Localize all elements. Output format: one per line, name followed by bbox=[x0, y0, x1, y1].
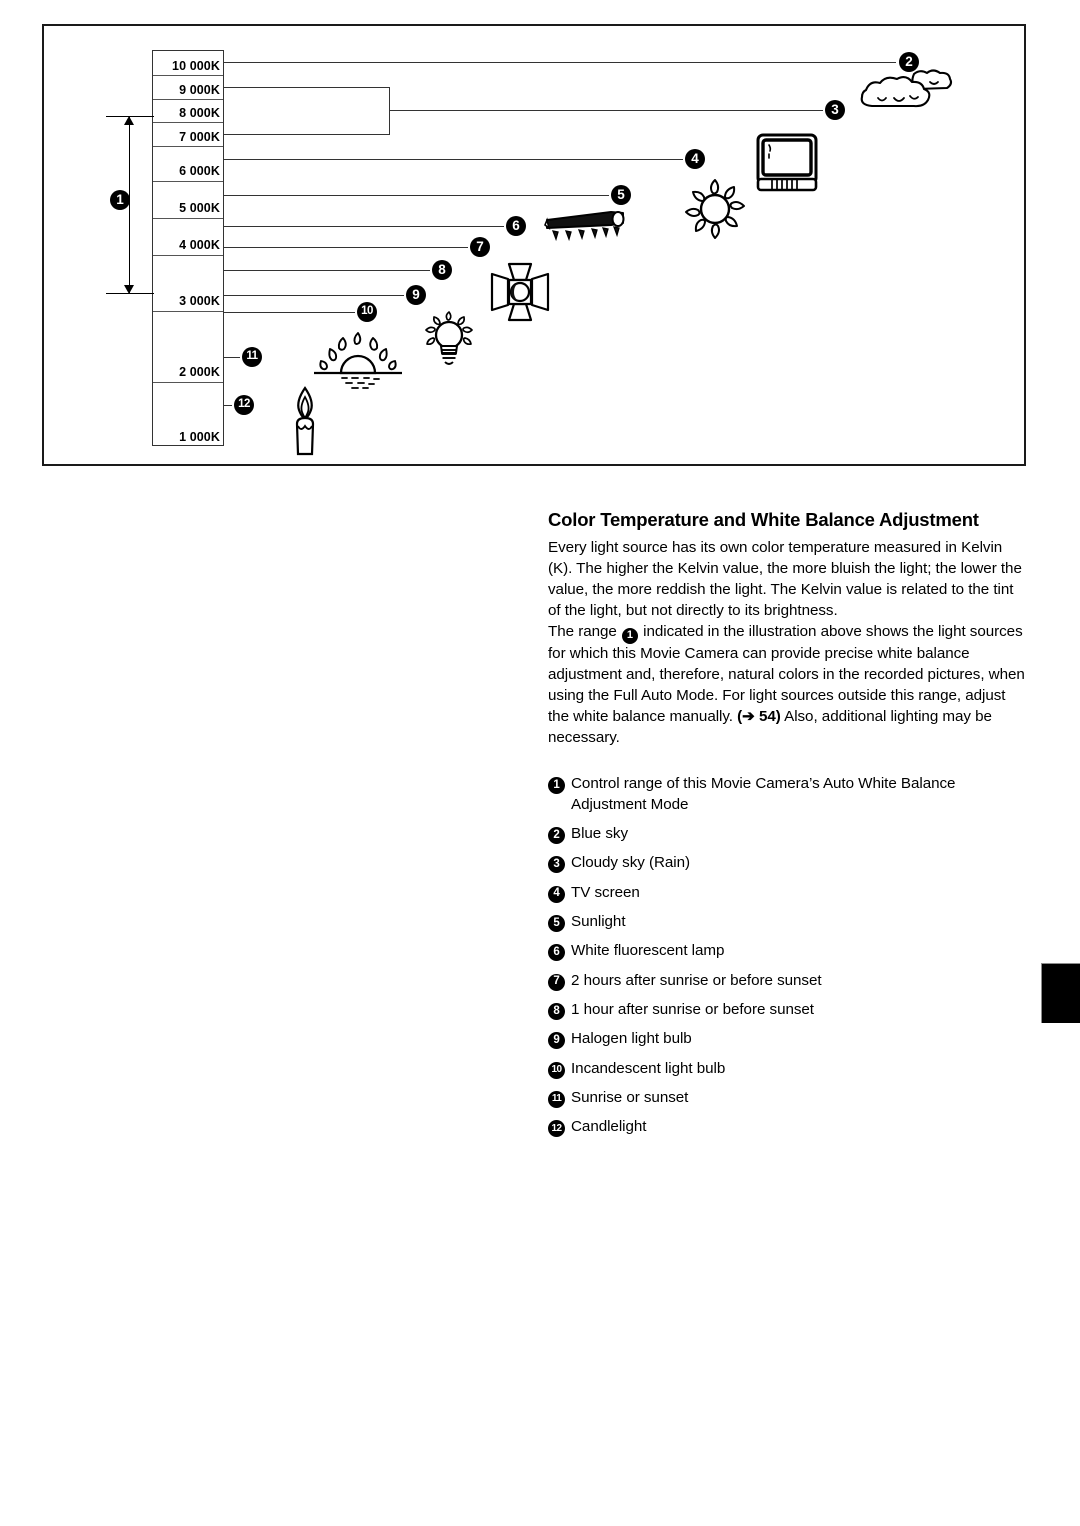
legend-item-12: 12 Candlelight bbox=[548, 1117, 1028, 1138]
legend-item-9: 9 Halogen light bulb bbox=[548, 1029, 1028, 1050]
legend-marker-7: 7 bbox=[548, 973, 565, 991]
legend-item-1: 1 Control range of this Movie Camera’s A… bbox=[548, 774, 1028, 816]
legend-label-11: Sunrise or sunset bbox=[571, 1088, 689, 1106]
leader-line-tv-screen bbox=[224, 159, 683, 160]
callout-marker-8: 8 bbox=[432, 260, 452, 280]
intro-paragraph: Every light source has its own color tem… bbox=[548, 538, 1022, 619]
tv-screen-icon bbox=[756, 133, 818, 192]
kelvin-scale-axis: 10 000K 9 000K 8 000K 7 000K 6 000K 5 00… bbox=[152, 50, 224, 446]
inline-marker-1: 1 bbox=[621, 627, 638, 644]
legend-label-12: Candlelight bbox=[571, 1118, 647, 1136]
legend-item-8: 8 1 hour after sunrise or before sunset bbox=[548, 1000, 1028, 1021]
scale-tick-8000k: 8 000K bbox=[153, 100, 223, 123]
scale-tick-7000k: 7 000K bbox=[153, 123, 223, 147]
legend-marker-10: 10 bbox=[548, 1061, 565, 1079]
legend-marker-9: 9 bbox=[548, 1032, 565, 1050]
legend-marker-12: 12 bbox=[548, 1120, 565, 1138]
callout-marker-6: 6 bbox=[506, 216, 526, 236]
legend-item-11: 11 Sunrise or sunset bbox=[548, 1088, 1028, 1109]
scale-tick-10000k: 10 000K bbox=[153, 51, 223, 76]
article-text-column: Color Temperature and White Balance Adju… bbox=[548, 508, 1028, 1147]
legend-label-7: 2 hours after sunrise or before sunset bbox=[571, 971, 822, 989]
leader-line-candlelight bbox=[224, 405, 232, 406]
leader-line-sunrise bbox=[224, 357, 240, 358]
legend-marker-3: 3 bbox=[548, 856, 565, 874]
leader-line-halogen bbox=[224, 295, 404, 296]
callout-marker-12: 12 bbox=[234, 395, 254, 415]
legend-list: 1 Control range of this Movie Camera’s A… bbox=[548, 774, 1028, 1138]
range-stem-line bbox=[129, 116, 130, 294]
legend-item-3: 3 Cloudy sky (Rain) bbox=[548, 853, 1028, 874]
page-title: Color Temperature and White Balance Adju… bbox=[548, 509, 979, 530]
legend-marker-2: 2 bbox=[548, 826, 565, 844]
sun-icon bbox=[685, 179, 745, 239]
leader-line-1-hour bbox=[224, 270, 430, 271]
scale-tick-6000k: 6 000K bbox=[153, 147, 223, 182]
legend-label-8: 1 hour after sunrise or before sunset bbox=[571, 1000, 814, 1018]
legend-item-7: 7 2 hours after sunrise or before sunset bbox=[548, 971, 1028, 992]
legend-item-6: 6 White fluorescent lamp bbox=[548, 941, 1028, 962]
callout-marker-3: 3 bbox=[825, 100, 845, 120]
range-paragraph-pre: The range bbox=[548, 623, 621, 641]
legend-marker-6: 6 bbox=[548, 944, 565, 962]
scale-tick-1000k: 1 000K bbox=[179, 430, 220, 444]
legend-label-10: Incandescent light bulb bbox=[571, 1059, 726, 1077]
cloudy-bracket-bottom bbox=[224, 134, 389, 135]
scale-tick-5000k: 5 000K bbox=[153, 182, 223, 219]
callout-marker-5: 5 bbox=[611, 185, 631, 205]
callout-marker-7: 7 bbox=[470, 237, 490, 257]
callout-marker-10: 10 bbox=[357, 302, 377, 322]
range-down-arrow-icon bbox=[124, 285, 134, 294]
legend-label-4: TV screen bbox=[571, 883, 640, 901]
legend-item-4: 4 TV screen bbox=[548, 883, 1028, 904]
legend-label-1: Control range of this Movie Camera’s Aut… bbox=[571, 774, 956, 813]
callout-marker-9: 9 bbox=[406, 285, 426, 305]
page-edge-tab-marker bbox=[1041, 963, 1080, 1023]
callout-marker-1: 1 bbox=[110, 190, 130, 210]
legend-label-6: White fluorescent lamp bbox=[571, 942, 725, 960]
page-reference[interactable]: (➔ 54) bbox=[737, 708, 781, 725]
range-up-arrow-icon bbox=[124, 116, 134, 125]
legend-marker-4: 4 bbox=[548, 885, 565, 903]
legend-item-2: 2 Blue sky bbox=[548, 824, 1028, 845]
scale-tick-2000k: 2 000K bbox=[153, 312, 223, 383]
sunrise-sunset-icon bbox=[314, 332, 402, 389]
candle-icon bbox=[295, 386, 315, 456]
leader-line-fluorescent bbox=[224, 226, 504, 227]
scale-tick-4000k: 4 000K bbox=[153, 219, 223, 256]
legend-item-10: 10 Incandescent light bulb bbox=[548, 1059, 1028, 1080]
legend-label-5: Sunlight bbox=[571, 912, 626, 930]
legend-label-3: Cloudy sky (Rain) bbox=[571, 854, 690, 872]
leader-line-sunlight bbox=[224, 195, 609, 196]
legend-item-5: 5 Sunlight bbox=[548, 912, 1028, 933]
cloud-icon bbox=[860, 69, 953, 108]
leader-line-2-hours bbox=[224, 247, 468, 248]
cloudy-bracket-right bbox=[389, 87, 390, 135]
scale-tick-9000k: 9 000K bbox=[153, 76, 223, 100]
scale-tick-3000k: 3 000K bbox=[153, 256, 223, 312]
legend-marker-11: 11 bbox=[548, 1090, 565, 1108]
legend-label-2: Blue sky bbox=[571, 824, 628, 842]
leader-line-cloudy-sky bbox=[389, 110, 823, 111]
halogen-light-icon bbox=[490, 262, 550, 322]
cloudy-bracket-top bbox=[224, 87, 389, 88]
incandescent-bulb-icon bbox=[425, 311, 473, 365]
range-paragraph: The range 1 indicated in the illustratio… bbox=[548, 622, 1028, 748]
fluorescent-lamp-icon bbox=[544, 211, 625, 242]
callout-marker-11: 11 bbox=[242, 347, 262, 367]
legend-marker-5: 5 bbox=[548, 914, 565, 932]
legend-marker-8: 8 bbox=[548, 1002, 565, 1020]
leader-line-incandescent bbox=[224, 312, 355, 313]
legend-marker-1: 1 bbox=[548, 776, 565, 794]
color-temperature-illustration: 10 000K 9 000K 8 000K 7 000K 6 000K 5 00… bbox=[42, 24, 1026, 466]
callout-marker-4: 4 bbox=[685, 149, 705, 169]
leader-line-blue-sky bbox=[224, 62, 896, 63]
legend-label-9: Halogen light bulb bbox=[571, 1030, 692, 1048]
